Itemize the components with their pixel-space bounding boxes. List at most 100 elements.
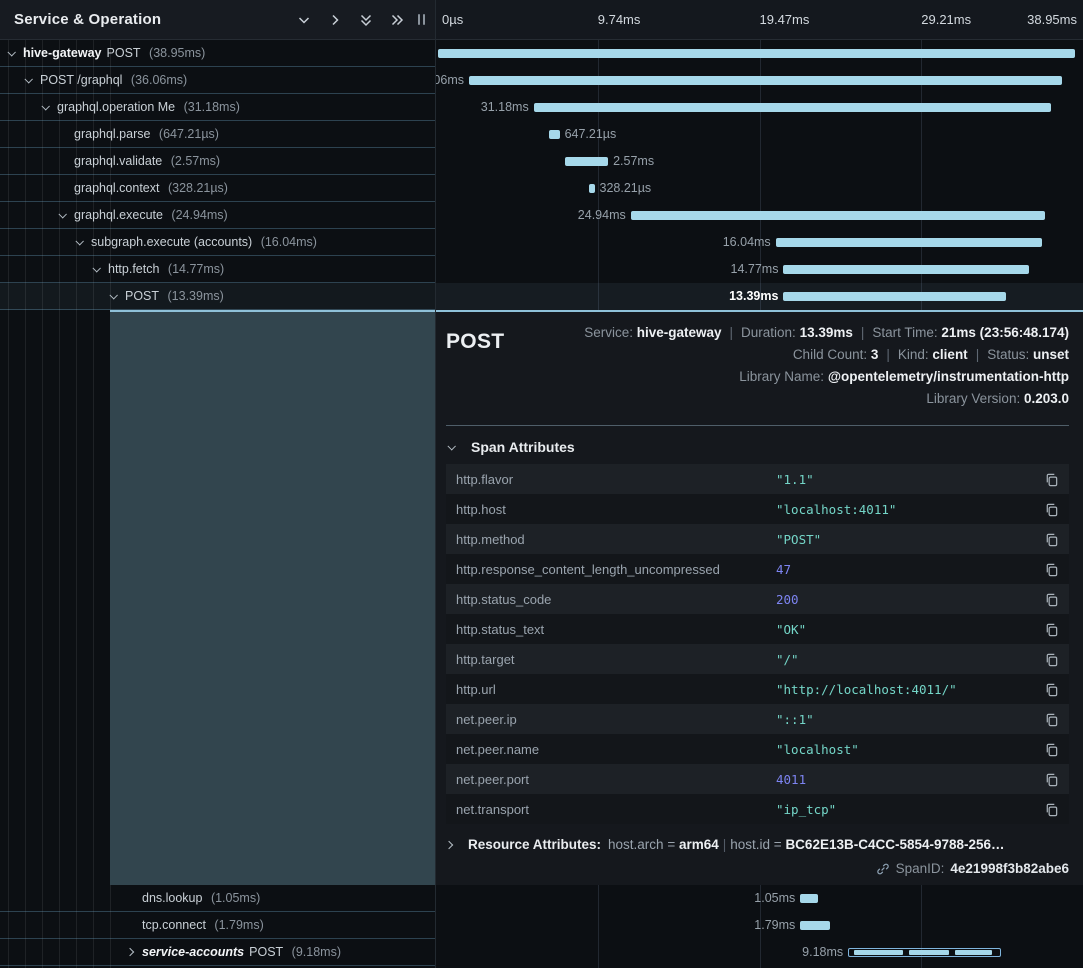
attribute-row: http.status_code200 xyxy=(446,584,1069,614)
span-duration-bar[interactable] xyxy=(776,238,1043,247)
span-duration-label: 647.21µs xyxy=(560,121,622,148)
copy-icon[interactable] xyxy=(1039,592,1059,607)
span-tree-row[interactable]: graphql.validate (2.57ms) xyxy=(0,148,435,175)
copy-icon[interactable] xyxy=(1039,742,1059,757)
span-duration-bar[interactable] xyxy=(438,49,1075,58)
span-bar-row[interactable]: 36.06ms xyxy=(436,67,1083,94)
resource-attributes-title: Resource Attributes: xyxy=(468,837,601,852)
copy-icon[interactable] xyxy=(1039,562,1059,577)
copy-icon[interactable] xyxy=(1039,652,1059,667)
span-duration-bar[interactable] xyxy=(534,103,1052,112)
span-duration-bar[interactable] xyxy=(783,265,1028,274)
span-bar-row[interactable]: 9.18ms xyxy=(436,939,1083,966)
span-bar-row[interactable]: 38.95ms xyxy=(436,40,1083,67)
span-operation-name: graphql.operation Me xyxy=(57,100,175,114)
timeline-ruler: 0µs9.74ms19.47ms29.21ms38.95ms xyxy=(436,0,1083,40)
span-bar-row[interactable]: 31.18ms xyxy=(436,94,1083,121)
chevron-right-icon xyxy=(446,842,461,848)
resource-separator: | xyxy=(719,837,731,852)
span-tree-row[interactable]: graphql.parse (647.21µs) xyxy=(0,121,435,148)
detail-meta-value: client xyxy=(932,347,967,362)
span-operation-name: POST xyxy=(107,46,141,60)
copy-icon[interactable] xyxy=(1039,712,1059,727)
chevron-down-icon[interactable] xyxy=(110,293,125,299)
double-chevron-down-icon[interactable] xyxy=(357,11,375,29)
copy-icon[interactable] xyxy=(1039,532,1059,547)
detail-meta-label: Duration: xyxy=(741,325,800,340)
span-bar-row[interactable]: 14.77ms xyxy=(436,256,1083,283)
chevron-down-icon[interactable] xyxy=(93,266,108,272)
copy-icon[interactable] xyxy=(1039,622,1059,637)
span-duration-label: 31.18ms xyxy=(476,94,534,121)
chevron-down-icon[interactable] xyxy=(8,50,23,56)
chevron-right-icon[interactable] xyxy=(127,949,142,955)
span-detail-left-spacer xyxy=(0,310,435,885)
chevron-down-icon[interactable] xyxy=(42,104,57,110)
span-operation-name: subgraph.execute (accounts) xyxy=(91,235,252,249)
span-tree-row[interactable]: subgraph.execute (accounts) (16.04ms) xyxy=(0,229,435,256)
detail-meta-value: 13.39ms xyxy=(800,325,853,340)
span-duration-text: (38.95ms) xyxy=(146,46,206,60)
span-bar-row[interactable]: 647.21µs xyxy=(436,121,1083,148)
attribute-key: http.method xyxy=(456,532,776,547)
span-bar-row[interactable]: 2.57ms xyxy=(436,148,1083,175)
chevron-right-icon[interactable] xyxy=(326,11,344,29)
span-duration-bar[interactable] xyxy=(631,211,1045,220)
span-tree-row[interactable]: graphql.context (328.21µs) xyxy=(0,175,435,202)
span-bar-row[interactable]: 24.94ms xyxy=(436,202,1083,229)
span-duration-bar[interactable] xyxy=(549,130,560,139)
chevron-down-icon[interactable] xyxy=(295,11,313,29)
span-bar-row[interactable]: 1.05ms xyxy=(436,885,1083,912)
span-bar-row[interactable]: 328.21µs xyxy=(436,175,1083,202)
copy-icon[interactable] xyxy=(1039,682,1059,697)
copy-icon[interactable] xyxy=(1039,772,1059,787)
attribute-row: http.response_content_length_uncompresse… xyxy=(446,554,1069,584)
attribute-value: 47 xyxy=(776,562,1039,577)
panel-resize-handle[interactable] xyxy=(416,12,427,27)
span-tree-row[interactable]: POST /graphql (36.06ms) xyxy=(0,67,435,94)
attribute-row: http.flavor"1.1" xyxy=(446,464,1069,494)
span-duration-label: 1.79ms xyxy=(749,912,800,939)
span-duration-bar[interactable] xyxy=(469,76,1062,85)
span-duration-bar[interactable] xyxy=(800,894,817,903)
span-tree-row[interactable]: graphql.execute (24.94ms) xyxy=(0,202,435,229)
link-icon[interactable] xyxy=(876,862,890,876)
meta-separator: | xyxy=(878,347,898,362)
copy-icon[interactable] xyxy=(1039,802,1059,817)
attribute-value: "OK" xyxy=(776,622,1039,637)
span-tree-row[interactable]: service-accountsPOST (9.18ms) xyxy=(0,939,435,966)
copy-icon[interactable] xyxy=(1039,502,1059,517)
span-tree-row[interactable]: dns.lookup (1.05ms) xyxy=(0,885,435,912)
span-tree-row[interactable]: http.fetch (14.77ms) xyxy=(0,256,435,283)
span-bar-row[interactable]: 16.04ms xyxy=(436,229,1083,256)
span-detail-meta: Service: hive-gateway|Duration: 13.39ms|… xyxy=(584,322,1069,410)
span-duration-bar[interactable] xyxy=(783,292,1006,301)
double-chevron-right-icon[interactable] xyxy=(388,11,406,29)
span-tree-row[interactable]: tcp.connect (1.79ms) xyxy=(0,912,435,939)
chevron-down-icon[interactable] xyxy=(76,239,91,245)
span-duration-bar[interactable] xyxy=(800,921,830,930)
span-attributes-toggle[interactable]: Span Attributes xyxy=(448,439,1069,455)
copy-icon[interactable] xyxy=(1039,472,1059,487)
detail-meta-value: 0.203.0 xyxy=(1024,391,1069,406)
span-duration-label: 14.77ms xyxy=(726,256,784,283)
span-bar-row[interactable]: 1.79ms xyxy=(436,912,1083,939)
chevron-down-icon[interactable] xyxy=(59,212,74,218)
attribute-key: http.response_content_length_uncompresse… xyxy=(456,562,776,577)
attribute-row: net.transport"ip_tcp" xyxy=(446,794,1069,824)
attribute-row: http.target"/" xyxy=(446,644,1069,674)
resource-value: arm64 xyxy=(679,837,719,852)
chevron-down-icon[interactable] xyxy=(25,77,40,83)
resource-key: host.id xyxy=(730,837,774,852)
span-bar-row[interactable]: 13.39ms xyxy=(436,283,1083,310)
span-duration-bar[interactable] xyxy=(589,184,595,193)
span-id-label: SpanID: xyxy=(896,861,945,876)
attribute-key: http.url xyxy=(456,682,776,697)
span-duration-bar[interactable] xyxy=(565,157,608,166)
resource-attributes-row[interactable]: Resource Attributes: host.arch = arm64|h… xyxy=(446,837,1069,852)
span-tree-row[interactable]: hive-gatewayPOST (38.95ms) xyxy=(0,40,435,67)
attribute-value: "1.1" xyxy=(776,472,1039,487)
span-tree-row[interactable]: POST (13.39ms) xyxy=(0,283,435,310)
span-duration-bar[interactable] xyxy=(848,948,1001,957)
span-tree-row[interactable]: graphql.operation Me (31.18ms) xyxy=(0,94,435,121)
